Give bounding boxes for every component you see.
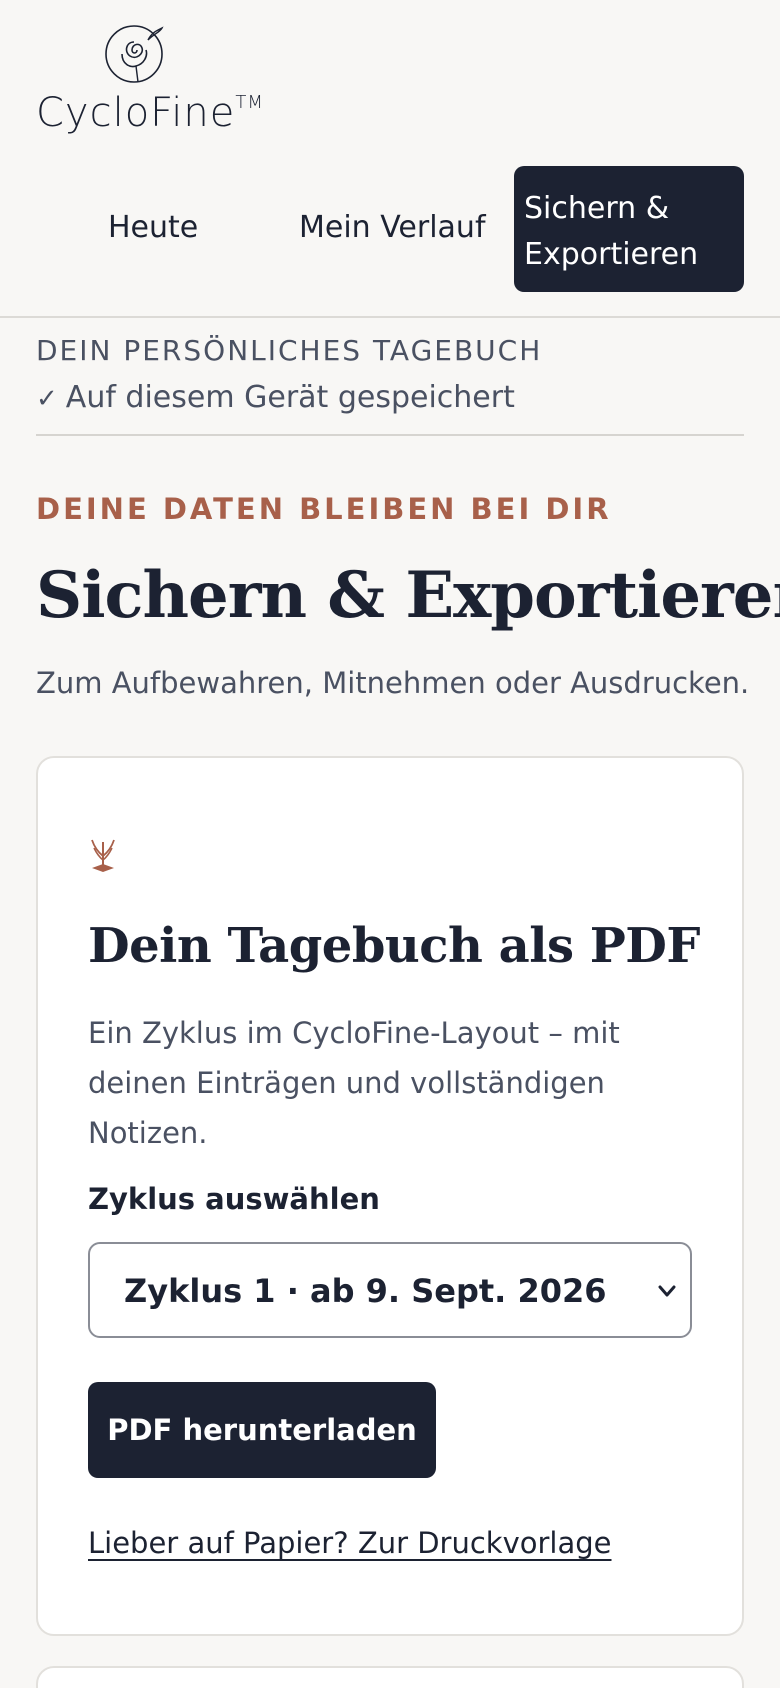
card-title: Dein Tagebuch als PDF [88, 918, 701, 974]
brand-name: CycloFineTM [36, 90, 264, 136]
page-subtitle: Zum Aufbewahren, Mitnehmen oder Ausdruck… [36, 666, 750, 700]
check-icon: ✓ [36, 384, 58, 414]
nav-item-sichern-exportieren[interactable]: Sichern & Exportieren [514, 166, 744, 292]
section-divider [36, 434, 744, 436]
diary-status: ✓ Auf diesem Gerät gespeichert [36, 380, 515, 415]
main-nav: Heute Mein Verlauf Sichern & Exportieren [0, 166, 780, 292]
next-card [36, 1666, 744, 1688]
page-title: Sichern & Exportieren [36, 558, 780, 633]
cycle-select-label: Zyklus auswählen [88, 1182, 380, 1216]
pdf-export-card: Dein Tagebuch als PDF Ein Zyklus im Cycl… [36, 756, 744, 1636]
sprout-icon [91, 839, 115, 872]
nav-item-mein-verlauf[interactable]: Mein Verlauf [299, 210, 486, 245]
page-eyebrow: DEINE DATEN BLEIBEN BEI DIR [36, 492, 612, 526]
rose-icon [105, 25, 164, 83]
print-template-link[interactable]: Lieber auf Papier? Zur Druckvorlage [88, 1526, 612, 1560]
cycle-select-value: Zyklus 1 · ab 9. Sept. 2026 [124, 1272, 607, 1310]
download-pdf-button[interactable]: PDF herunterladen [88, 1382, 436, 1478]
brand-logo[interactable]: CycloFineTM [36, 22, 263, 142]
chevron-down-icon [658, 1285, 676, 1297]
card-description: Ein Zyklus im CycloFine-Layout – mit dei… [88, 1016, 620, 1150]
diary-title: DEIN PERSÖNLICHES TAGEBUCH [36, 334, 543, 367]
nav-item-heute[interactable]: Heute [108, 210, 198, 245]
nav-divider [0, 316, 780, 318]
diary-status-text: Auf diesem Gerät gespeichert [65, 380, 515, 415]
cycle-select[interactable]: Zyklus 1 · ab 9. Sept. 2026 [88, 1242, 692, 1338]
